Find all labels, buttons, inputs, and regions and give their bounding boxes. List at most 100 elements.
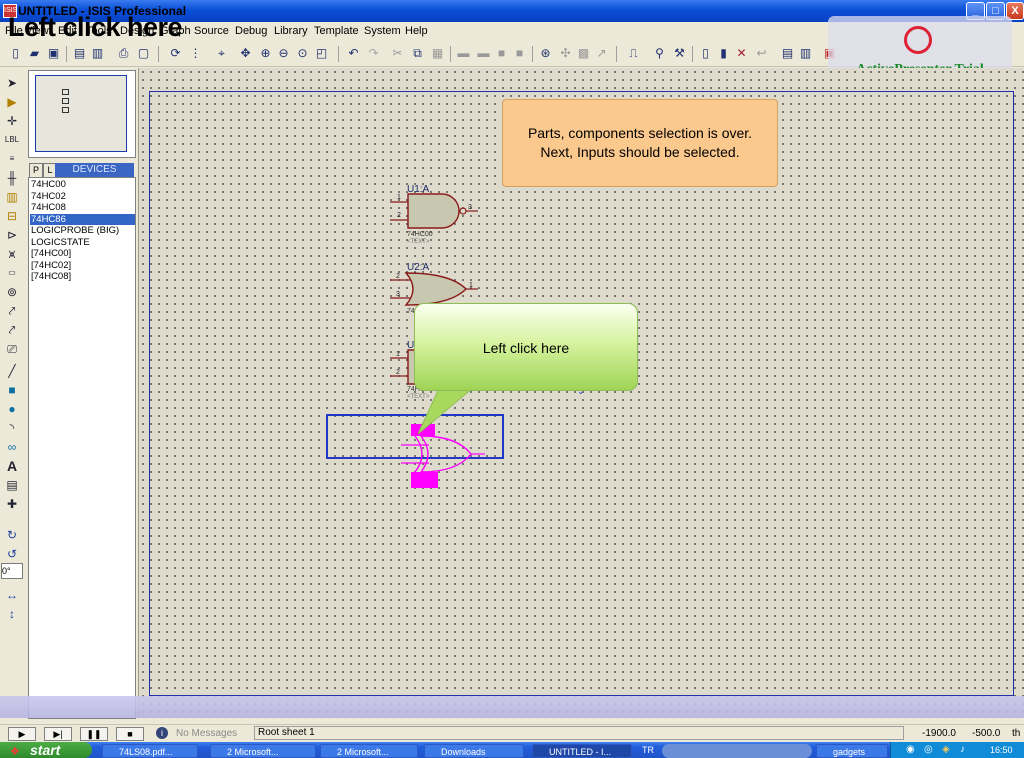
device-item[interactable]: [74HC08] <box>30 271 135 283</box>
play-button[interactable]: ▶ <box>8 727 36 741</box>
remove-sheet-icon[interactable]: ▮ <box>716 46 731 61</box>
selection-mode-icon[interactable]: ➤ <box>4 76 20 90</box>
zoom-out-icon[interactable]: ⊖ <box>276 46 291 61</box>
export-icon[interactable]: ▥ <box>90 46 105 61</box>
horizontal-scrollbar[interactable] <box>0 696 1024 718</box>
junction-dot-icon[interactable]: ✛ <box>4 114 20 128</box>
device-item[interactable]: 74HC00 <box>30 179 135 191</box>
symbol-tool-icon[interactable]: ▤ <box>4 478 20 492</box>
pan-icon[interactable]: ✥ <box>238 46 253 61</box>
menu-library[interactable]: Library <box>274 25 308 37</box>
device-pins-icon[interactable]: ⊳ <box>4 228 20 242</box>
circle-tool-icon[interactable]: ● <box>4 402 20 416</box>
taskbar-task-active[interactable]: UNTITLED - I... <box>532 744 632 758</box>
device-item[interactable]: 74HC08 <box>30 202 135 214</box>
zoom-in-icon[interactable]: ⊕ <box>258 46 273 61</box>
goto-sheet-icon[interactable]: ↩ <box>754 46 769 61</box>
stop-button[interactable]: ■ <box>116 727 144 741</box>
bill-of-materials-icon[interactable]: ▤ <box>780 46 795 61</box>
step-button[interactable]: ▶| <box>44 727 72 741</box>
buses-icon[interactable]: ╫ <box>4 171 20 185</box>
menu-template[interactable]: Template <box>314 25 359 37</box>
delete-sheet-icon[interactable]: ✕ <box>734 46 749 61</box>
redo-icon[interactable]: ↷ <box>366 46 381 61</box>
open-folder-icon[interactable]: ▰ <box>27 46 42 61</box>
line-tool-icon[interactable]: ╱ <box>4 364 20 378</box>
media-controls[interactable] <box>662 744 812 758</box>
block-delete-icon[interactable]: ■ <box>512 46 527 61</box>
new-file-icon[interactable]: ▯ <box>8 46 23 61</box>
rotate-clockwise-icon[interactable]: ↻ <box>4 528 20 542</box>
undo-icon[interactable]: ↶ <box>346 46 361 61</box>
taskbar-task[interactable]: 2 Microsoft... <box>210 744 316 758</box>
virtual-instruments-icon[interactable]: ⎚ <box>4 342 20 356</box>
zoom-area-icon[interactable]: ◰ <box>314 46 329 61</box>
set-area-icon[interactable]: ▢ <box>136 46 151 61</box>
taskbar-task[interactable]: Downloads <box>424 744 524 758</box>
current-probe-icon[interactable]: ⤤ <box>4 323 20 337</box>
menu-help[interactable]: Help <box>405 25 428 37</box>
device-item[interactable]: 74HC02 <box>30 191 135 203</box>
print-icon[interactable]: ⎙ <box>116 46 131 61</box>
paste-icon[interactable]: ▦ <box>430 46 445 61</box>
component-mode-icon[interactable]: ▶ <box>4 95 20 109</box>
antivirus-icon[interactable]: ◎ <box>924 744 933 755</box>
cut-icon[interactable]: ✂ <box>390 46 405 61</box>
make-device-icon[interactable]: ✣ <box>558 46 573 61</box>
terminals-icon[interactable]: ⊟ <box>4 209 20 223</box>
search-icon[interactable]: ⚲ <box>652 46 667 61</box>
graph-mode-icon[interactable]: ⩙ <box>4 247 20 261</box>
device-list[interactable]: 74HC00 74HC02 74HC08 74HC86 LOGICPROBE (… <box>28 177 136 719</box>
rotate-anticlockwise-icon[interactable]: ↺ <box>4 547 20 561</box>
block-copy-icon[interactable]: ▬ <box>456 46 471 61</box>
wire-autorouter-icon[interactable]: ⎍ <box>626 46 641 61</box>
menu-system[interactable]: System <box>364 25 401 37</box>
menu-source[interactable]: Source <box>194 25 229 37</box>
taskbar-task[interactable]: 2 Microsoft... <box>320 744 418 758</box>
taskbar-task[interactable]: gadgets <box>816 744 888 758</box>
tape-recorder-icon[interactable]: ▭ <box>4 266 20 280</box>
block-move-icon[interactable]: ▬ <box>476 46 491 61</box>
path-tool-icon[interactable]: ∞ <box>4 440 20 454</box>
text-tool-icon[interactable]: A <box>4 459 20 473</box>
origin-icon[interactable]: ⌖ <box>214 46 229 61</box>
save-icon[interactable]: ▣ <box>46 46 61 61</box>
zoom-all-icon[interactable]: ⊙ <box>295 46 310 61</box>
mirror-horizontal-icon[interactable]: ↔ <box>4 588 20 602</box>
import-icon[interactable]: ▤ <box>72 46 87 61</box>
taskbar-task[interactable]: 74LS08.pdf... <box>102 744 198 758</box>
redraw-icon[interactable]: ⟳ <box>168 46 183 61</box>
package-tool-icon[interactable]: ▩ <box>576 46 591 61</box>
wire-label-icon[interactable]: LBL <box>4 133 20 147</box>
device-item[interactable]: [74HC00] <box>30 248 135 260</box>
network-icon[interactable]: ◉ <box>906 744 915 755</box>
security-icon[interactable]: ◈ <box>942 744 950 755</box>
nor-gate-u2[interactable] <box>390 272 478 306</box>
device-item[interactable]: [74HC02] <box>30 260 135 272</box>
new-sheet-icon[interactable]: ▯ <box>698 46 713 61</box>
text-script-icon[interactable]: ≡ <box>4 152 20 166</box>
device-item[interactable]: LOGICPROBE (BIG) <box>30 225 135 237</box>
grid-icon[interactable]: ⋮ <box>188 46 203 61</box>
subcircuit-icon[interactable]: ▥ <box>4 190 20 204</box>
device-item-selected[interactable]: 74HC86 <box>30 213 135 225</box>
menu-debug[interactable]: Debug <box>235 25 267 37</box>
volume-icon[interactable]: ♪ <box>960 744 965 755</box>
block-rotate-icon[interactable]: ■ <box>494 46 509 61</box>
box-tool-icon[interactable]: ■ <box>4 383 20 397</box>
marker-tool-icon[interactable]: ✚ <box>4 497 20 511</box>
voltage-probe-icon[interactable]: ⤤ <box>4 304 20 318</box>
decompose-icon[interactable]: ↗ <box>594 46 609 61</box>
pick-device-icon[interactable]: ⊛ <box>538 46 553 61</box>
device-item[interactable]: LOGICSTATE <box>30 237 135 249</box>
mirror-vertical-icon[interactable]: ↕ <box>4 607 20 621</box>
copy-icon[interactable]: ⧉ <box>410 46 425 61</box>
pick-devices-button[interactable]: P <box>29 163 43 178</box>
pause-button[interactable]: ❚❚ <box>80 727 108 741</box>
rotation-angle-field[interactable]: 0° <box>1 563 23 579</box>
generator-icon[interactable]: ⊚ <box>4 285 20 299</box>
nand-gate-u1[interactable] <box>390 193 478 229</box>
tray-language[interactable]: TR <box>642 745 654 755</box>
property-tool-icon[interactable]: ⚒ <box>672 46 687 61</box>
electrical-check-icon[interactable]: ▥ <box>798 46 813 61</box>
